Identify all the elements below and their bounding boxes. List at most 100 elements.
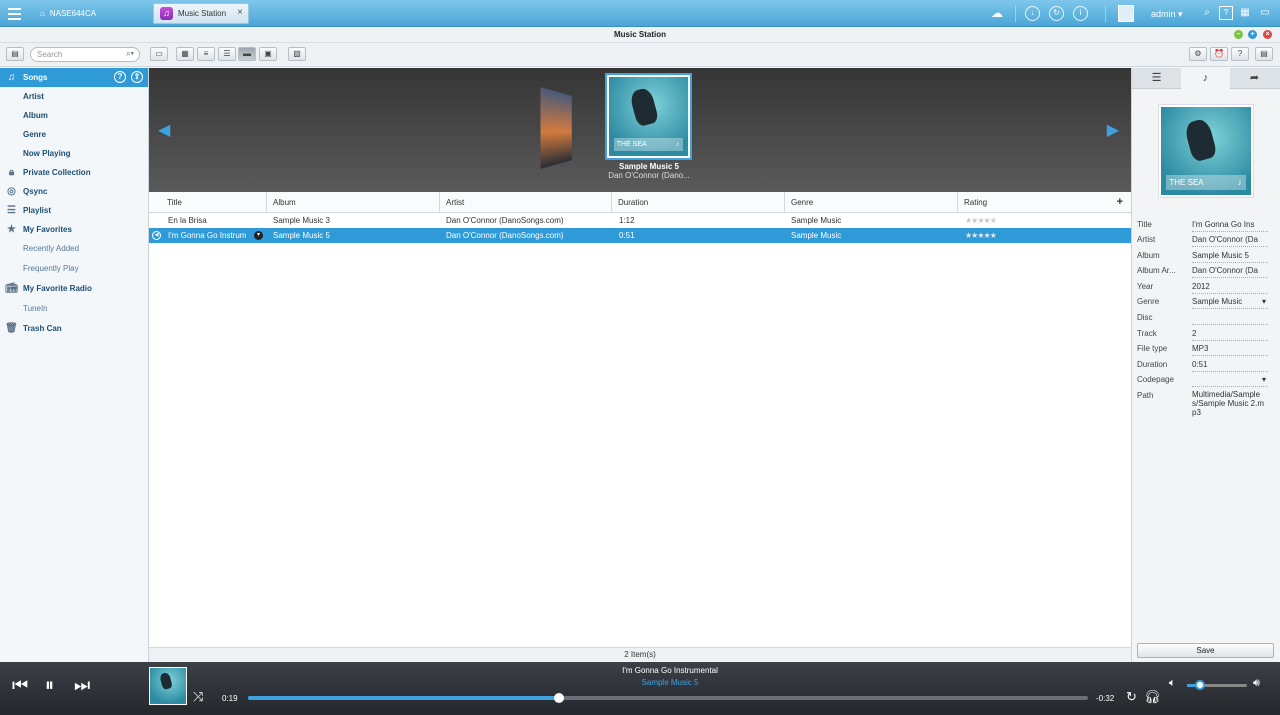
help-icon[interactable]: ?: [1219, 6, 1233, 20]
music-note-icon: ♪: [675, 141, 680, 149]
toggle-sidebar-button[interactable]: ▤: [6, 47, 24, 61]
item-count: 2 Item(s): [149, 647, 1131, 661]
music-station-tab[interactable]: ♫ Music Station ×: [153, 3, 249, 24]
sidebar-item-frequently-play[interactable]: Frequently Play: [0, 259, 148, 278]
sidebar-item-album[interactable]: Album: [0, 106, 148, 125]
view-folder-button[interactable]: ▣: [259, 47, 277, 61]
list-icon[interactable]: ☰: [1132, 68, 1181, 89]
table-row[interactable]: En la Brisa Sample Music 3 Dan O'Connor …: [149, 213, 1131, 228]
volume-mute-icon[interactable]: 🔈︎: [1169, 677, 1176, 690]
close-window-icon[interactable]: ×: [1263, 30, 1272, 39]
sidebar-item-now-playing[interactable]: Now Playing: [0, 144, 148, 163]
close-tab-icon[interactable]: ×: [237, 7, 243, 18]
volume-slider[interactable]: [1187, 680, 1247, 690]
monitor-icon[interactable]: ▭: [1258, 6, 1272, 20]
column-genre[interactable]: Genre: [785, 192, 958, 213]
chevron-right-icon[interactable]: ▶: [1107, 120, 1119, 140]
grid-icon[interactable]: ▦: [1238, 6, 1252, 20]
search-icon[interactable]: ⌕: [1200, 6, 1214, 20]
artist-input[interactable]: Dan O'Connor (Da: [1192, 235, 1268, 247]
volume-handle[interactable]: [1195, 680, 1206, 690]
sync-icon[interactable]: ↻: [1049, 6, 1064, 21]
user-avatar[interactable]: [1118, 5, 1134, 22]
help-icon[interactable]: ?: [114, 71, 126, 83]
cell-title: En la Brisa: [168, 216, 207, 225]
sidebar-item-qsync[interactable]: ◎ Qsync: [0, 182, 148, 201]
user-menu[interactable]: admin ▾: [1151, 9, 1183, 20]
year-input[interactable]: 2012: [1192, 282, 1268, 294]
elapsed-time: 0:19: [222, 694, 238, 703]
album-cover-selected[interactable]: THE SEA ♪: [605, 73, 692, 160]
field-label: Genre: [1137, 297, 1160, 306]
progress-handle[interactable]: [553, 693, 564, 703]
search-input[interactable]: [31, 48, 121, 61]
headphones-icon[interactable]: 🎧︎: [1144, 689, 1161, 705]
previous-track-icon[interactable]: ⏮: [12, 675, 28, 696]
title-input[interactable]: I'm Gonna Go Ins: [1192, 220, 1268, 232]
star-icon: ★: [7, 224, 16, 235]
info-tab-icon[interactable]: ♪: [1181, 68, 1230, 89]
main-menu-button[interactable]: [0, 0, 29, 27]
search-icon[interactable]: ⌕▾: [126, 49, 134, 59]
now-playing-thumbnail[interactable]: [149, 667, 187, 705]
album-art: [150, 668, 186, 704]
track-input[interactable]: 2: [1192, 329, 1268, 341]
now-playing-album[interactable]: Sample Music 5: [470, 678, 870, 687]
add-column-icon[interactable]: +: [1117, 196, 1123, 208]
sidebar-item-artist[interactable]: Artist: [0, 87, 148, 106]
sidebar-item-tunein[interactable]: TuneIn: [0, 299, 148, 318]
download-icon[interactable]: ↓: [1025, 6, 1040, 21]
settings-icon[interactable]: ⚙: [1189, 47, 1207, 61]
info-icon[interactable]: i: [1073, 6, 1088, 21]
view-detail-button[interactable]: ☰: [218, 47, 236, 61]
pause-icon[interactable]: ⏸: [45, 675, 54, 696]
diver-image: [1183, 117, 1218, 163]
toggle-panel-button[interactable]: ▤: [1255, 47, 1273, 61]
sidebar-item-trash-can[interactable]: 🗑︎ Trash Can: [0, 319, 148, 338]
column-album[interactable]: Album: [267, 192, 440, 213]
table-row-selected[interactable]: ◀ I'm Gonna Go Instrum ▾ Sample Music 5 …: [149, 228, 1131, 243]
next-track-icon[interactable]: ⏭: [74, 675, 90, 696]
help-button[interactable]: ?: [1231, 47, 1249, 61]
alarm-icon[interactable]: ⏰: [1210, 47, 1228, 61]
maximize-icon[interactable]: +: [1248, 30, 1257, 39]
progress-bar[interactable]: [248, 693, 1088, 703]
column-artist[interactable]: Artist: [440, 192, 612, 213]
view-thumbnail-button[interactable]: ▦: [176, 47, 194, 61]
genre-select[interactable]: Sample Music: [1192, 297, 1268, 309]
disc-input[interactable]: [1192, 313, 1268, 325]
chevron-left-icon[interactable]: ◀: [158, 120, 170, 140]
rating-stars[interactable]: ★★★★★: [965, 213, 996, 228]
volume-max-icon[interactable]: 🔊︎: [1253, 677, 1260, 690]
minimize-icon[interactable]: –: [1234, 30, 1243, 39]
codepage-select[interactable]: [1192, 375, 1268, 387]
save-button[interactable]: Save: [1137, 643, 1274, 658]
repeat-icon[interactable]: ↻: [1126, 689, 1137, 705]
trash-icon: 🗑︎: [5, 323, 18, 334]
column-duration[interactable]: Duration: [612, 192, 785, 213]
upload-icon[interactable]: ⇧: [131, 71, 143, 83]
rating-stars[interactable]: ★★★★★: [965, 228, 996, 243]
album-cover-side[interactable]: [540, 87, 572, 169]
album-artist-input[interactable]: Dan O'Connor (Da: [1192, 266, 1268, 278]
sidebar-item-playlist[interactable]: ☰ Playlist: [0, 201, 148, 220]
sidebar-item-my-favorites[interactable]: ★ My Favorites: [0, 220, 148, 239]
view-coverflow-button[interactable]: ▭: [150, 47, 168, 61]
sidebar-item-my-favorite-radio[interactable]: 📻︎ My Favorite Radio: [0, 279, 148, 298]
sidebar-item-genre[interactable]: Genre: [0, 125, 148, 144]
sidebar-item-private-collection[interactable]: 🔒︎ Private Collection: [0, 163, 148, 182]
column-title[interactable]: Title: [161, 192, 267, 213]
column-rating[interactable]: Rating: [958, 192, 1108, 213]
view-list-button[interactable]: ≡: [197, 47, 215, 61]
shuffle-icon[interactable]: ⤨: [193, 689, 203, 705]
share-icon[interactable]: ➦: [1230, 68, 1279, 89]
view-album-button[interactable]: ▬: [238, 47, 256, 61]
field-label: Album: [1137, 251, 1160, 260]
album-input[interactable]: Sample Music 5: [1192, 251, 1268, 263]
home-tab[interactable]: ⌂ NASE644CA: [34, 4, 102, 23]
sidebar-item-songs[interactable]: ♫ Songs ? ⇧: [0, 68, 148, 87]
view-mode-button[interactable]: ▧: [288, 47, 306, 61]
cloud-icon[interactable]: ☁: [990, 6, 1004, 20]
sidebar-item-recently-added[interactable]: Recently Added: [0, 239, 148, 258]
row-menu-icon[interactable]: ▾: [254, 231, 263, 240]
